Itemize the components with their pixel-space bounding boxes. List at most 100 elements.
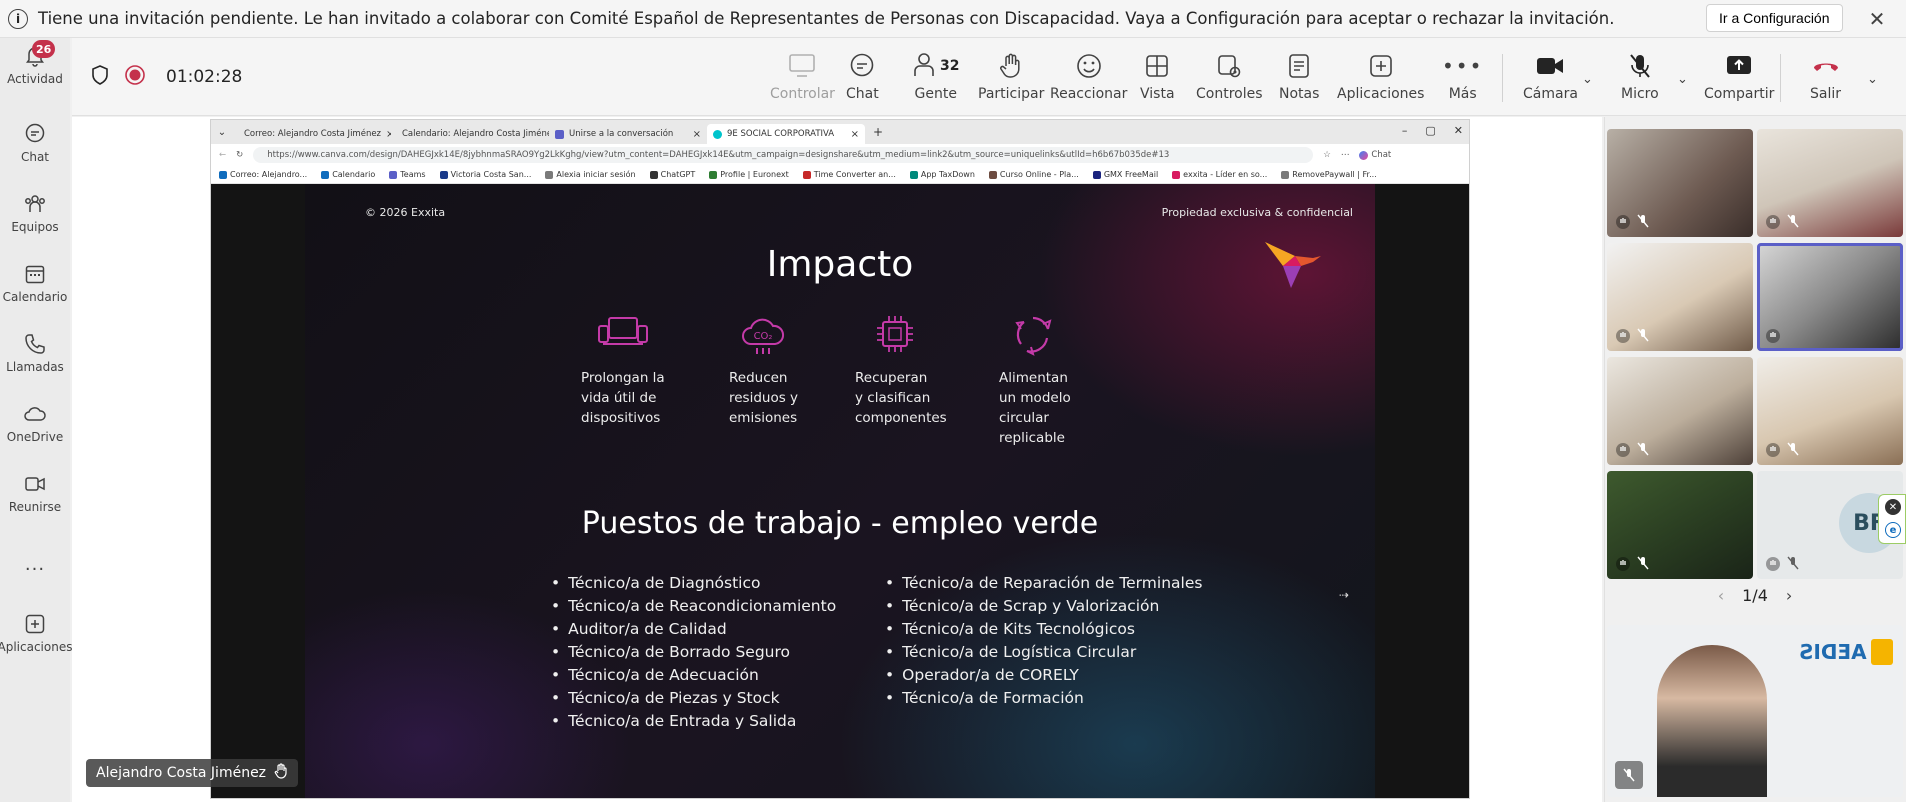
participant-video-tile[interactable]: [1607, 129, 1753, 237]
job-item: Técnico/a de Logística Circular: [885, 643, 1202, 666]
maximize-icon[interactable]: ▢: [1425, 124, 1435, 137]
notes-button[interactable]: Notas: [1279, 52, 1319, 102]
reload-icon[interactable]: ↻: [236, 150, 243, 160]
bookmark-icon: [988, 170, 997, 179]
close-icon[interactable]: ×: [851, 129, 859, 140]
job-item: Técnico/a de Piezas y Stock: [551, 689, 836, 712]
new-tab-icon[interactable]: +: [873, 125, 883, 139]
meeting-timer: 01:02:28: [166, 67, 243, 87]
toolbar-divider: [1780, 54, 1781, 102]
info-icon: i: [8, 8, 28, 29]
leave-button[interactable]: Salir: [1810, 52, 1841, 102]
bookmark-icon: [709, 170, 718, 179]
bookmark-label: Correo: Alejandro...: [230, 170, 308, 179]
chevron-down-icon[interactable]: ⌄: [1677, 72, 1688, 87]
bookmark[interactable]: exxita - Líder en so...: [1172, 170, 1267, 179]
back-icon[interactable]: ←: [219, 150, 226, 160]
hand-icon: [1765, 328, 1781, 344]
rail-item-onedrive[interactable]: OneDrive: [0, 402, 70, 444]
react-button[interactable]: Reaccionar: [1050, 52, 1127, 102]
bookmark[interactable]: ChatGPT: [649, 170, 695, 179]
mic-off-icon: [1635, 555, 1651, 571]
bookmark[interactable]: Profile | Euronext: [709, 170, 789, 179]
rail-item-apps[interactable]: Aplicaciones: [0, 612, 72, 654]
chat-button[interactable]: Chat: [846, 52, 879, 102]
job-item: Técnico/a de Diagnóstico: [551, 574, 836, 597]
controls-button[interactable]: Controles: [1196, 52, 1263, 102]
rail-label: OneDrive: [6, 430, 64, 444]
rail-item-teams[interactable]: Equipos: [0, 192, 70, 234]
add-apps-icon: [23, 612, 47, 636]
participant-video-tile[interactable]: [1607, 471, 1753, 579]
bookmark-label: Profile | Euronext: [720, 170, 789, 179]
rail-item-chat[interactable]: Chat: [0, 122, 70, 164]
bookmark[interactable]: Curso Online - Pla...: [988, 170, 1079, 179]
rail-item-calls[interactable]: Llamadas: [0, 332, 70, 374]
bookmark[interactable]: App TaxDown: [909, 170, 975, 179]
url-field[interactable]: https://www.canva.com/design/DAHEGJxk14E…: [253, 147, 1314, 163]
bookmark-label: GMX FreeMail: [1103, 170, 1159, 179]
recycle-icon: [999, 312, 1071, 358]
mic-button[interactable]: Micro: [1621, 52, 1659, 102]
notification-count-badge: 26: [32, 40, 56, 58]
edge-extension-icon[interactable]: e: [1885, 522, 1901, 538]
menu-icon[interactable]: ⋯: [1341, 150, 1350, 160]
browser-tab[interactable]: Unirse a la conversación ×: [549, 124, 707, 144]
rail-item-calendar[interactable]: Calendario: [0, 262, 70, 304]
share-button[interactable]: Compartir: [1704, 52, 1774, 102]
browser-tab[interactable]: Calendario: Alejandro Costa Jiméne×: [391, 124, 549, 144]
bookmark[interactable]: Correo: Alejandro...: [219, 170, 307, 179]
camera-button[interactable]: Cámara: [1523, 52, 1578, 102]
impact-text: Alimentan un modelo circular replicable: [999, 370, 1071, 446]
rail-item-more[interactable]: ...: [0, 552, 70, 576]
bookmark[interactable]: GMX FreeMail: [1092, 170, 1159, 179]
people-button[interactable]: 32 Gente: [912, 52, 959, 102]
mic-off-icon: [1627, 52, 1653, 80]
bookmark-icon: [1092, 170, 1101, 179]
browser-tab[interactable]: Correo: Alejandro Costa Jiménez ×: [233, 124, 391, 144]
bookmark-icon: [219, 170, 227, 179]
copilot-chat-button[interactable]: Chat: [1359, 150, 1391, 160]
chevron-left-icon[interactable]: ‹: [1718, 586, 1724, 605]
rail-item-meet[interactable]: Reunirse: [0, 472, 70, 514]
star-icon[interactable]: ☆: [1323, 150, 1331, 160]
mic-off-icon: [1785, 441, 1801, 457]
tab-title: 9E SOCIAL CORPORATIVA: [727, 129, 835, 139]
settings-shield-icon: [1215, 52, 1243, 80]
participant-video-tile[interactable]: [1757, 357, 1903, 465]
close-window-icon[interactable]: ✕: [1454, 124, 1463, 137]
participant-video-tile[interactable]: [1607, 243, 1753, 351]
apps-button[interactable]: Aplicaciones: [1337, 52, 1424, 102]
impact-item: Prolongan la vida útil de dispositivos: [581, 312, 665, 428]
participant-video-tile[interactable]: [1757, 129, 1903, 237]
bookmark-icon: [545, 170, 554, 179]
bookmark[interactable]: Teams: [389, 170, 426, 179]
close-icon[interactable]: ✕: [1862, 4, 1892, 34]
view-button[interactable]: Vista: [1140, 52, 1175, 102]
bookmark[interactable]: Time Converter an...: [802, 170, 896, 179]
browser-tab-active[interactable]: 9E SOCIAL CORPORATIVA ×: [707, 124, 865, 144]
bookmark[interactable]: Calendario: [321, 170, 375, 179]
more-button[interactable]: ••• Más: [1442, 52, 1483, 102]
bookmark[interactable]: Victoria Costa San...: [439, 170, 531, 179]
chevron-down-icon[interactable]: ⌄: [1582, 72, 1593, 87]
canva-icon: [713, 129, 722, 139]
close-icon[interactable]: ✕: [1885, 499, 1901, 515]
take-control-button[interactable]: Controlar: [770, 52, 835, 102]
active-speaker-video-tile[interactable]: [1757, 243, 1903, 351]
chevron-down-icon[interactable]: ⌄: [1867, 72, 1878, 87]
participant-video-tile[interactable]: [1607, 357, 1753, 465]
rail-item-activity[interactable]: 26 Actividad: [0, 40, 70, 86]
bookmark[interactable]: Alexia iniciar sesión: [545, 170, 636, 179]
close-icon[interactable]: ×: [693, 129, 701, 140]
self-view-video-tile[interactable]: AEDIS: [1607, 625, 1903, 797]
presenter-name-chip: Alejandro Costa Jiménez: [86, 759, 299, 787]
chevron-right-icon[interactable]: ›: [1786, 586, 1792, 605]
tab-search-icon[interactable]: ⌄: [211, 127, 233, 138]
raise-hand-button[interactable]: Participar: [978, 52, 1044, 102]
slide-confidential-note: Propiedad exclusiva & confidencial: [1161, 206, 1353, 219]
minimize-icon[interactable]: –: [1402, 124, 1408, 137]
toolbar-label: Participar: [978, 86, 1045, 102]
go-to-settings-button[interactable]: Ir a Configuración: [1706, 4, 1843, 32]
bookmark[interactable]: RemovePaywall | Fr...: [1281, 170, 1377, 179]
